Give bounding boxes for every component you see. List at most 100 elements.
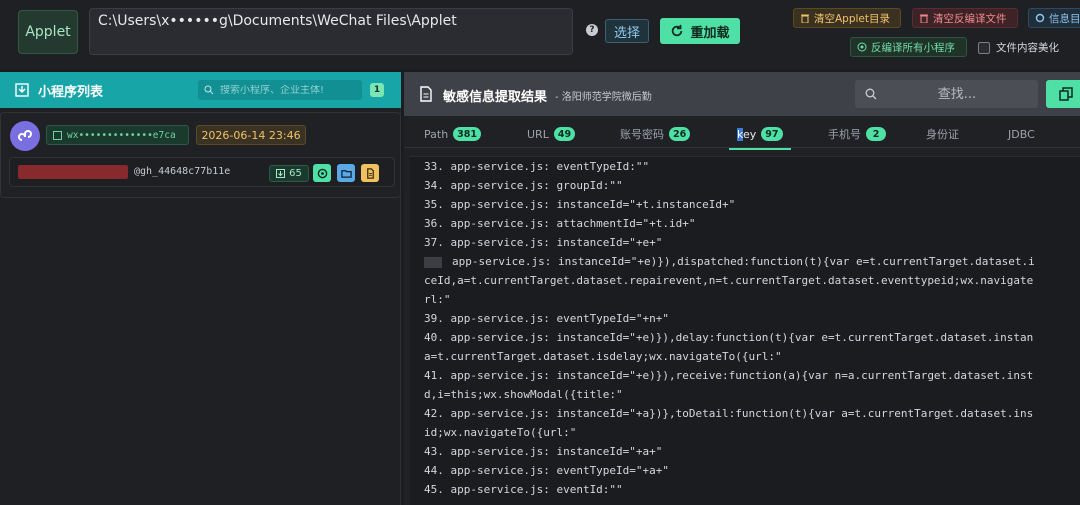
applet-card[interactable]: wx•••••••••••••e7ca 2026-06-14 23:46 @gh…	[0, 112, 401, 198]
results-header: 敏感信息提取结果 - 洛阳师范学院微后勤	[404, 72, 1080, 116]
results-panel: 敏感信息提取结果 - 洛阳师范学院微后勤 Path 381 URL 49 账号密…	[404, 72, 1080, 505]
tab-label: 手机号	[828, 128, 861, 141]
tab-label: key	[737, 127, 757, 141]
tab-label-rest: ey	[742, 127, 757, 141]
applet-search[interactable]	[198, 80, 362, 100]
trash-icon	[920, 14, 928, 23]
tab-label: URL	[527, 127, 549, 141]
tab-label: 身份证	[926, 128, 959, 141]
code-line: 42. app-service.js: instanceId="+a})},to…	[424, 407, 1034, 420]
applet-list-header: 小程序列表 1	[0, 72, 401, 108]
code-line: d,i=this;wx.showModal({title:"	[424, 388, 623, 401]
download-box-icon	[15, 83, 29, 97]
play-circle-icon	[857, 42, 867, 52]
document-icon	[366, 167, 374, 179]
code-line: ceId,a=t.currentTarget.dataset.repaireve…	[424, 274, 1034, 287]
tab-count-badge: 2	[866, 127, 886, 141]
tab-label: 账号密码	[620, 128, 664, 141]
applet-button[interactable]: Applet	[18, 10, 78, 54]
file-box-icon	[276, 169, 286, 178]
tab-phone[interactable]: 手机号 2	[828, 124, 886, 144]
view-file-button[interactable]	[361, 164, 379, 182]
avatar	[10, 121, 40, 151]
code-line: app-service.js: instanceId="+e)}),dispat…	[424, 252, 1035, 271]
reload-button[interactable]: 重加载	[660, 18, 740, 44]
tab-count-badge: 381	[453, 127, 482, 141]
active-tab-underline	[729, 148, 791, 150]
results-title: 敏感信息提取结果	[443, 90, 548, 105]
mini-program-logo-icon	[18, 130, 32, 141]
appid-text: wx•••••••••••••e7ca	[67, 129, 176, 141]
file-count-badge: 65	[269, 165, 309, 182]
code-line: a=t.currentTarget.dataset.isdelay;wx.nav…	[424, 350, 782, 363]
decompile-all-label: 反编译所有小程序	[871, 41, 955, 54]
code-line: 41. app-service.js: instanceId="+e)}),re…	[424, 369, 1034, 382]
find-search[interactable]	[855, 80, 1038, 108]
tab-count-badge: 26	[669, 127, 691, 141]
folder-icon	[340, 169, 352, 178]
copy-button[interactable]	[1046, 80, 1080, 108]
tab-id-card[interactable]: 身份证	[926, 124, 959, 144]
decompile-button[interactable]	[313, 164, 331, 182]
open-folder-button[interactable]	[337, 164, 355, 182]
help-icon[interactable]: ?	[586, 24, 598, 36]
clear-applet-label: 清空Applet目录	[814, 12, 891, 25]
applet-count-badge: 1	[370, 83, 384, 97]
document-icon	[420, 86, 432, 102]
results-subtitle: - 洛阳师范学院微后勤	[555, 92, 652, 103]
applet-path-input[interactable]: C:\Users\x••••••g\Documents\WeChat Files…	[89, 8, 573, 55]
copy-icon	[1059, 87, 1073, 101]
code-line-text: app-service.js: instanceId="+e)}),dispat…	[452, 255, 1035, 268]
beautify-toggle[interactable]: 文件内容美化	[978, 40, 1059, 55]
code-line: 44. app-service.js: eventTypeId="+a+"	[424, 464, 670, 477]
result-tabs: Path 381 URL 49 账号密码 26 key 97 手机号 2 身份证	[404, 116, 1080, 150]
tab-account-password[interactable]: 账号密码 26	[620, 124, 691, 144]
results-code-view[interactable]: 33. app-service.js: eventTypeId:"" 34. a…	[410, 156, 1080, 505]
redacted-applet-name	[18, 165, 128, 179]
gear-icon	[1035, 13, 1045, 23]
redacted-line-number	[424, 256, 442, 268]
tab-jdbc[interactable]: JDBC	[1008, 124, 1035, 144]
timestamp-tag: 2026-06-14 23:46	[196, 125, 306, 145]
tab-path[interactable]: Path 381	[424, 124, 482, 144]
appid-tag: wx•••••••••••••e7ca	[46, 125, 189, 145]
find-input[interactable]	[887, 86, 1027, 102]
tab-count-badge: 97	[761, 127, 783, 141]
code-line: 33. app-service.js: eventTypeId:""	[424, 160, 650, 173]
clear-decompiled-button[interactable]: 清空反编译文件	[912, 8, 1018, 28]
tab-label: JDBC	[1008, 127, 1035, 141]
code-line: id;wx.navigateTo({url:"	[424, 426, 577, 439]
clear-decompiled-label: 清空反编译文件	[933, 12, 1007, 25]
tab-url[interactable]: URL 49	[527, 124, 576, 144]
tab-count-badge: 49	[553, 127, 576, 141]
code-line: 37. app-service.js: instanceId="+e+"	[424, 236, 663, 249]
file-count-text: 65	[289, 168, 302, 179]
applet-search-input[interactable]	[220, 84, 350, 96]
applet-list-panel: 小程序列表 1 wx•••••••••••••e7ca 2026-06-14 2…	[0, 72, 401, 505]
code-line: 40. app-service.js: instanceId="+e)}),de…	[424, 331, 1034, 344]
tab-key[interactable]: key 97	[729, 124, 791, 150]
folder-icon	[53, 130, 62, 140]
code-line: rl:"	[424, 293, 451, 306]
search-icon	[204, 85, 214, 95]
search-icon	[865, 88, 877, 100]
code-line: 36. app-service.js: attachmentId="+t.id+…	[424, 217, 696, 230]
toolbar: Applet C:\Users\x••••••g\Documents\WeCha…	[0, 0, 1080, 70]
trash-icon	[801, 14, 809, 23]
choose-folder-button[interactable]: 选择	[605, 19, 649, 43]
applet-package-row[interactable]: @gh_44648c77b11e 65	[9, 157, 395, 187]
beautify-label: 文件内容美化	[996, 42, 1059, 54]
gh-id-text: @gh_44648c77b11e	[134, 166, 231, 177]
clear-applet-button[interactable]: 清空Applet目录	[793, 8, 901, 28]
decompile-all-button[interactable]: 反编译所有小程序	[850, 37, 967, 57]
reload-label: 重加载	[690, 25, 730, 41]
info-directory-button[interactable]: 信息目	[1028, 8, 1080, 28]
code-line: 45. app-service.js: eventId:""	[424, 483, 623, 496]
beautify-checkbox[interactable]	[978, 41, 990, 54]
code-line: 35. app-service.js: instanceId="+t.insta…	[424, 198, 736, 211]
code-line: 34. app-service.js: groupId:""	[424, 179, 623, 192]
play-circle-icon	[317, 168, 327, 178]
refresh-icon	[672, 24, 683, 37]
info-directory-label: 信息目	[1049, 12, 1080, 25]
app-window: Applet C:\Users\x••••••g\Documents\WeCha…	[0, 0, 1080, 505]
